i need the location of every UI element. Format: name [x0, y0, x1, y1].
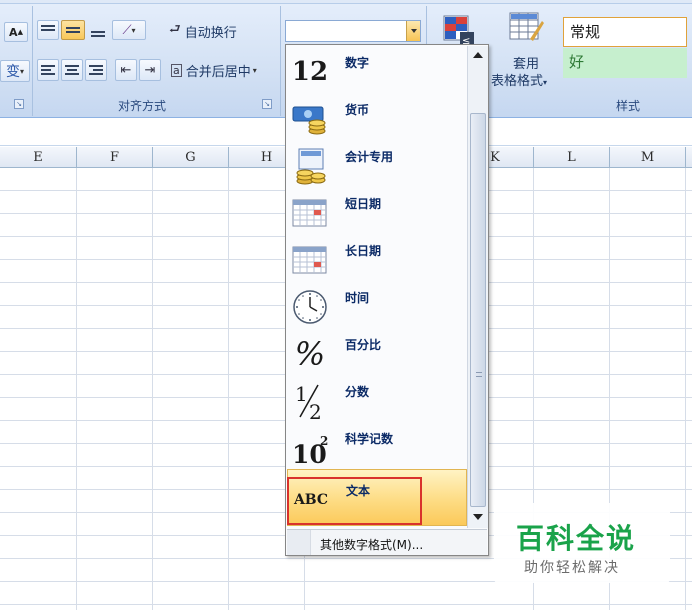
format-item-time[interactable]: 时间 — [287, 281, 467, 328]
clock-icon — [291, 289, 329, 325]
align-middle-button[interactable] — [61, 20, 85, 40]
watermark-title: 百科全说 — [516, 522, 637, 555]
format-item-number[interactable]: 12 数字 — [287, 46, 467, 93]
text-orientation-icon: ⟋ — [122, 22, 132, 38]
format-item-label: 科学记数 — [345, 432, 394, 446]
annotation-highlight-box — [287, 477, 422, 525]
format-item-percent[interactable]: % 百分比 — [287, 328, 467, 375]
style-good-label: 好 — [569, 53, 585, 71]
font-dialog-launcher[interactable]: ↘ — [14, 99, 24, 109]
style-normal-cell[interactable]: 常规 — [563, 17, 687, 47]
decrease-indent-button[interactable]: ⇤ — [115, 59, 137, 81]
style-good-cell[interactable]: 好 — [563, 48, 687, 78]
format-item-accounting[interactable]: 会计专用 — [287, 140, 467, 187]
format-item-label: 会计专用 — [345, 150, 394, 164]
svg-text:2: 2 — [309, 400, 322, 421]
long-date-calendar-icon — [291, 242, 329, 278]
percent-icon: % — [294, 335, 326, 373]
grid-line — [76, 168, 77, 610]
short-date-calendar-icon — [291, 195, 329, 231]
column-header-f[interactable]: F — [77, 147, 153, 168]
number-12-icon: 12 — [291, 57, 329, 87]
scroll-up-arrow-icon[interactable] — [468, 46, 488, 63]
accounting-icon — [291, 148, 329, 185]
group-separator — [32, 6, 33, 116]
column-header-e[interactable]: E — [0, 147, 77, 168]
align-bottom-button[interactable] — [87, 22, 109, 40]
format-item-label: 货币 — [345, 103, 370, 117]
format-item-label: 短日期 — [345, 197, 382, 211]
watermark-subtitle: 助你轻松解决 — [524, 560, 620, 576]
merge-center-label: 合并后居中 — [185, 64, 251, 80]
increase-font-size-button[interactable]: A ▲ — [4, 22, 28, 42]
merge-center-button[interactable]: a 合并后居中 ▾ — [170, 59, 278, 81]
svg-text:2: 2 — [320, 434, 328, 448]
styles-group-label: 样式 — [616, 99, 641, 113]
column-header-g[interactable]: G — [153, 147, 229, 168]
wrap-text-icon: ⮐ — [169, 22, 181, 37]
grid-line — [685, 168, 686, 610]
format-item-label: 时间 — [345, 291, 370, 305]
scroll-down-arrow-icon[interactable] — [468, 508, 488, 525]
dropdown-scrollbar[interactable] — [467, 46, 488, 528]
more-number-formats-button[interactable]: 其他数字格式(M)... — [287, 529, 487, 555]
orientation-button[interactable]: ⟋ ▾ — [112, 20, 146, 40]
watermark: 百科全说 助你轻松解决 — [494, 503, 670, 583]
align-left-button[interactable] — [37, 59, 59, 81]
style-normal-label: 常规 — [570, 23, 601, 41]
format-item-label: 数字 — [345, 56, 370, 70]
scrollbar-thumb[interactable] — [470, 113, 486, 507]
wrap-text-button[interactable]: ⮐ 自动换行 — [168, 20, 252, 42]
align-top-button[interactable] — [37, 20, 59, 40]
format-item-fraction[interactable]: 1 2 分数 — [287, 375, 467, 422]
format-item-short-date[interactable]: 短日期 — [287, 187, 467, 234]
number-format-dropdown-arrow[interactable] — [406, 21, 420, 41]
align-right-button[interactable] — [85, 59, 107, 81]
currency-icon — [291, 101, 329, 137]
menu-gutter — [287, 530, 311, 555]
chevron-down-icon: ▾ — [252, 65, 257, 75]
format-as-table-icon — [509, 12, 544, 41]
column-header-m[interactable]: M — [610, 147, 686, 168]
more-number-formats-label: 其他数字格式(M)... — [320, 538, 424, 552]
format-item-label: 百分比 — [345, 338, 382, 352]
grid-line — [152, 168, 153, 610]
phonetic-guide-button[interactable]: 变 ▾ — [0, 60, 30, 82]
format-item-long-date[interactable]: 长日期 — [287, 234, 467, 281]
ribbon-top-border — [0, 0, 692, 4]
format-item-scientific[interactable]: 10 2 科学记数 — [287, 422, 467, 469]
conditional-formatting-icon: ≤ — [443, 15, 474, 47]
format-item-label: 长日期 — [345, 244, 382, 258]
number-format-combo[interactable] — [285, 20, 421, 42]
format-item-currency[interactable]: 货币 — [287, 93, 467, 140]
merge-cells-icon: a — [171, 63, 182, 77]
wrap-text-label: 自动换行 — [184, 25, 237, 41]
format-as-table-label-2: 表格格式▾ — [491, 74, 548, 89]
align-center-button[interactable] — [61, 59, 83, 81]
group-separator — [280, 6, 281, 116]
alignment-dialog-launcher[interactable]: ↘ — [262, 99, 272, 109]
alignment-group-label: 对齐方式 — [118, 99, 167, 113]
column-header-l[interactable]: L — [534, 147, 610, 168]
grid-line — [228, 168, 229, 610]
scientific-icon: 10 2 — [291, 430, 329, 466]
scroll-grip-icon — [476, 372, 482, 377]
increase-indent-button[interactable]: ⇥ — [139, 59, 161, 81]
fraction-icon: 1 2 — [291, 382, 329, 421]
format-item-label: 分数 — [345, 385, 370, 399]
svg-text:1: 1 — [295, 382, 308, 406]
